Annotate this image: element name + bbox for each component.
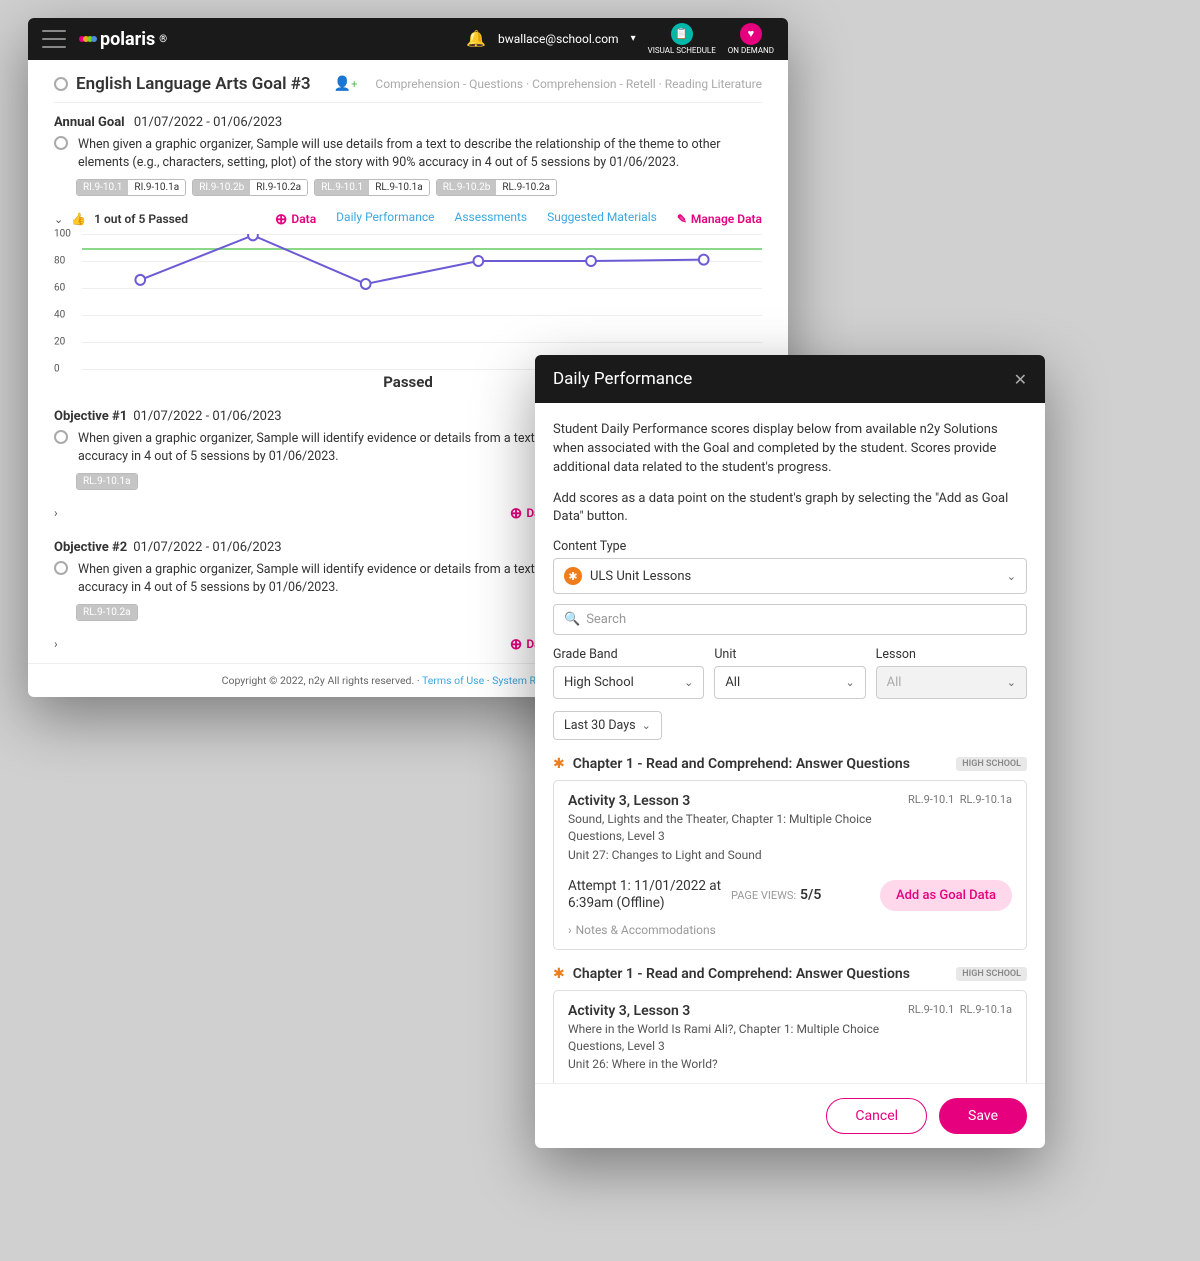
chapter-icon: ✱ [553, 756, 565, 772]
activity-title: Activity 3, Lesson 3 [568, 793, 908, 809]
standards-tags: RI.9-10.1RI.9-10.1a RI.9-10.2bRI.9-10.2a R… [76, 179, 762, 196]
annual-goal-label: Annual Goal [54, 115, 125, 130]
user-email[interactable]: bwallace@school.com [498, 32, 619, 46]
thumb-up-icon: 👍 [71, 212, 86, 226]
search-input[interactable]: 🔍 Search [553, 604, 1027, 635]
lesson-select: All⌄ [876, 666, 1027, 699]
attempt-info: Attempt 1: 11/01/2022 at6:39am (Offline) [568, 878, 721, 913]
uls-icon: ✱ [564, 567, 582, 585]
save-button[interactable]: Save [939, 1098, 1027, 1134]
content-type-select[interactable]: ✱ ULS Unit Lessons ⌄ [553, 558, 1027, 594]
brand-name: polaris [100, 29, 155, 50]
modal-para-1: Student Daily Performance scores display… [553, 421, 1027, 478]
objective-title: Objective #2 [54, 540, 127, 555]
assessments-link[interactable]: Assessments [454, 210, 527, 228]
daily-performance-modal: Daily Performance ✕ Student Daily Perfor… [535, 355, 1045, 1148]
chapter-header: ✱ Chapter 1 - Read and Comprehend: Answer… [553, 756, 1027, 772]
daily-performance-link[interactable]: Daily Performance [336, 210, 434, 228]
terms-link[interactable]: Terms of Use [422, 674, 484, 687]
goal-description: When given a graphic organizer, Sample w… [78, 136, 762, 171]
grade-tag: HIGH SCHOOL [956, 757, 1027, 771]
cancel-button[interactable]: Cancel [826, 1098, 927, 1134]
chapter-header: ✱ Chapter 1 - Read and Comprehend: Answer… [553, 966, 1027, 982]
data-link[interactable]: ⊕Data [275, 210, 316, 228]
close-icon[interactable]: ✕ [1014, 370, 1027, 389]
chevron-down-icon: ⌄ [1007, 570, 1016, 583]
grade-band-label: Grade Band [553, 647, 704, 662]
objective-ring [54, 561, 68, 575]
y-tick: 60 [54, 283, 65, 294]
goal-status-ring [54, 77, 68, 91]
goal-desc-ring [54, 136, 68, 150]
activity-subtitle: Where in the World Is Rami Ali?, Chapter… [568, 1021, 908, 1055]
collapse-icon[interactable]: ⌄ [54, 213, 63, 226]
chapter-icon: ✱ [553, 966, 565, 982]
goal-title: English Language Arts Goal #3 [76, 74, 311, 94]
activity-unit: Unit 27: Changes to Light and Sound [568, 847, 908, 864]
on-demand-icon[interactable]: ♥ [740, 23, 762, 45]
unit-label: Unit [714, 647, 865, 662]
chevron-right-icon: › [568, 923, 572, 937]
bell-icon[interactable]: 🔔 [466, 29, 486, 48]
suggested-materials-link[interactable]: Suggested Materials [547, 210, 657, 228]
activity-card: Activity 3, Lesson 3 Sound, Lights and th… [553, 780, 1027, 949]
standard-tag: RL.9-10.1a [76, 473, 138, 490]
breadcrumb: Comprehension - Questions · Comprehensio… [375, 77, 762, 91]
activity-title: Activity 3, Lesson 3 [568, 1003, 908, 1019]
objective-dates: 01/07/2022 - 01/06/2023 [133, 540, 281, 555]
activity-subtitle: Sound, Lights and the Theater, Chapter 1… [568, 811, 908, 845]
passed-count: 1 out of 5 Passed [94, 212, 188, 226]
expand-icon[interactable]: › [54, 637, 58, 651]
y-tick: 20 [54, 337, 65, 348]
y-tick: 80 [54, 256, 65, 267]
activity-standards: RL.9-10.1 RL.9-10.1a [908, 793, 1012, 806]
page-views: PAGE VIEWS:5/5 [731, 887, 821, 903]
add-as-goal-data-button[interactable]: Add as Goal Data [880, 880, 1012, 911]
grade-tag: HIGH SCHOOL [956, 967, 1027, 981]
visual-schedule-icon[interactable]: 📋 [671, 23, 693, 45]
add-person-icon[interactable]: 👤+ [334, 76, 358, 92]
y-tick: 0 [54, 364, 60, 375]
unit-select[interactable]: All⌄ [714, 666, 865, 699]
chapter-title: Chapter 1 - Read and Comprehend: Answer … [573, 966, 910, 982]
polaris-logo-icon [80, 36, 96, 42]
y-tick: 100 [54, 229, 71, 240]
objective-title: Objective #1 [54, 409, 127, 424]
activity-standards: RL.9-10.1 RL.9-10.1a [908, 1003, 1012, 1016]
lesson-label: Lesson [876, 647, 1027, 662]
y-tick: 40 [54, 310, 65, 321]
date-range-select[interactable]: Last 30 Days⌄ [553, 711, 662, 740]
expand-icon[interactable]: › [54, 506, 58, 520]
objective-ring [54, 430, 68, 444]
standard-tag: RL.9-10.2a [76, 604, 138, 621]
chapter-title: Chapter 1 - Read and Comprehend: Answer … [573, 756, 910, 772]
notes-toggle[interactable]: ›Notes & Accommodations [568, 923, 1012, 937]
brand-logo[interactable]: polaris® [80, 29, 167, 50]
manage-data-link[interactable]: ✎Manage Data [677, 210, 762, 228]
visual-schedule-label: VISUAL SCHEDULE [648, 47, 716, 56]
objective-dates: 01/07/2022 - 01/06/2023 [133, 409, 281, 424]
standard-tag: RL.9-10.1RL.9-10.1a [314, 179, 430, 196]
activity-card: Activity 3, Lesson 3 Where in the World I… [553, 990, 1027, 1083]
standard-tag: RL.9-10.2bRL.9-10.2a [436, 179, 557, 196]
pencil-icon: ✎ [677, 212, 687, 226]
modal-title: Daily Performance [553, 369, 692, 389]
standard-tag: RI.9-10.2bRI.9-10.2a [192, 179, 308, 196]
content-type-label: Content Type [553, 539, 1027, 554]
menu-icon[interactable] [42, 30, 66, 48]
performance-chart: 020406080100 [54, 234, 762, 369]
standard-tag: RI.9-10.1RI.9-10.1a [76, 179, 186, 196]
activity-unit: Unit 26: Where in the World? [568, 1056, 908, 1073]
grade-band-select[interactable]: High School⌄ [553, 666, 704, 699]
on-demand-label: ON DEMAND [728, 47, 774, 56]
modal-para-2: Add scores as a data point on the studen… [553, 490, 1027, 528]
annual-goal-dates: 01/07/2022 - 01/06/2023 [134, 115, 282, 130]
chevron-down-icon[interactable]: ▾ [631, 33, 636, 44]
topbar: polaris® 🔔 bwallace@school.com ▾ 📋 VISUA… [28, 18, 788, 60]
search-icon: 🔍 [564, 612, 580, 627]
